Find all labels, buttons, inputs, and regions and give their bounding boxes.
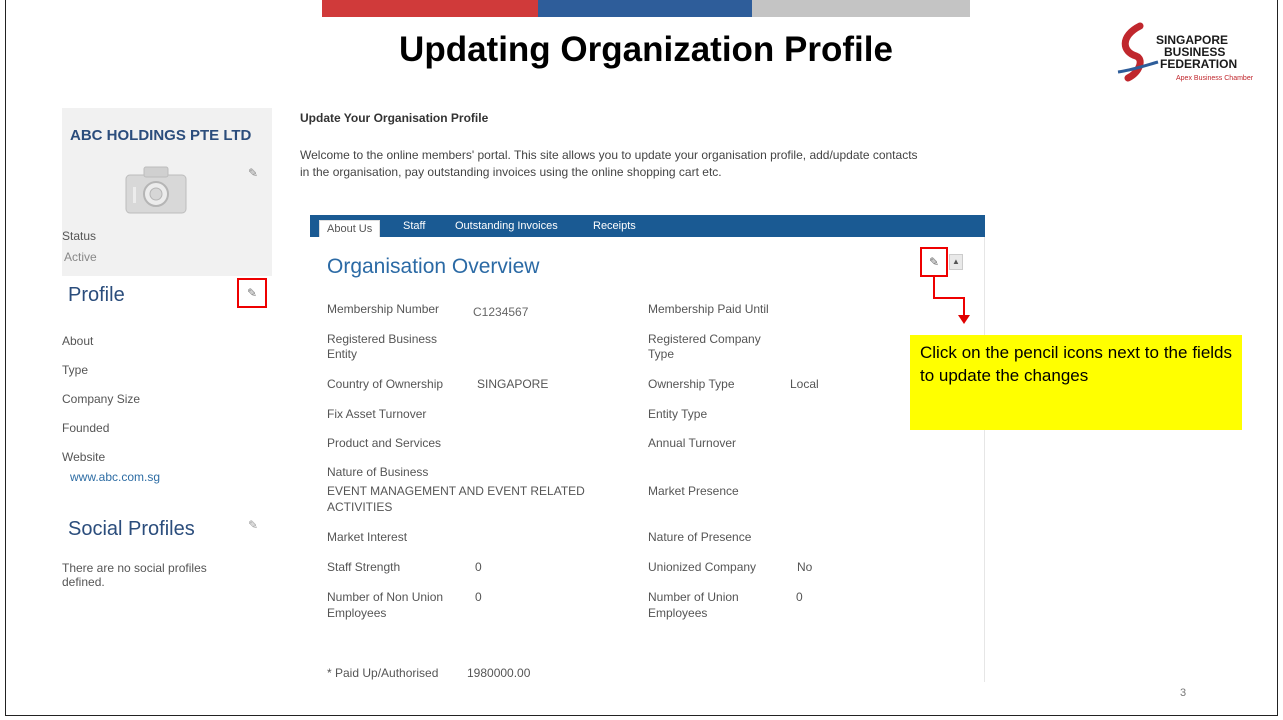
overview-title: Organisation Overview [327, 255, 540, 278]
edit-profile-pencil-icon[interactable]: ✎ [245, 286, 259, 300]
status-value: Active [64, 250, 97, 264]
nature-of-business-value-1: EVENT MANAGEMENT AND EVENT RELATED [327, 484, 585, 498]
product-and-services-label: Product and Services [327, 436, 442, 450]
annual-turnover-label: Annual Turnover [648, 436, 737, 450]
tab-receipts[interactable]: Receipts [593, 220, 636, 232]
country-of-ownership-label: Country of Ownership [327, 377, 444, 391]
registered-company-type-label-1: Registered Company [648, 332, 761, 346]
profile-item-about: About [62, 334, 94, 348]
decor-bar-gray [752, 0, 970, 17]
collapse-triangle-up-icon[interactable]: ▲ [949, 254, 963, 270]
sbf-logo-mark-icon [1117, 22, 1159, 82]
registered-business-entity-label-2: Entity [327, 347, 358, 361]
profile-heading: Profile [68, 284, 125, 306]
camera-icon[interactable] [124, 163, 188, 215]
nature-of-business-value-2: ACTIVITIES [327, 500, 393, 514]
union-value: 0 [796, 590, 803, 604]
registered-company-type-label-2: Type [648, 347, 675, 361]
country-of-ownership-value: SINGAPORE [477, 377, 549, 391]
decor-bar-blue [538, 0, 752, 17]
unionized-company-label: Unionized Company [648, 560, 757, 574]
profile-item-type: Type [62, 363, 89, 377]
intro-line1: Welcome to the online members' portal. T… [300, 148, 918, 162]
social-profiles-heading: Social Profiles [68, 518, 195, 540]
profile-item-company-size: Company Size [62, 392, 141, 406]
union-label-2: Employees [648, 606, 708, 620]
fix-asset-turnover-label: Fix Asset Turnover [327, 407, 427, 421]
instruction-callout: Click on the pencil icons next to the fi… [910, 335, 1242, 430]
intro-line2: in the organisation, pay outstanding inv… [300, 165, 722, 179]
annotation-arrow-segment [963, 297, 965, 317]
social-empty-line2: defined. [62, 575, 105, 589]
sbf-logo: SINGAPORE BUSINESS FEDERATION Apex Busin… [1110, 22, 1270, 92]
paid-up-label: * Paid Up/Authorised [327, 666, 439, 680]
tab-about-us[interactable]: About Us [319, 220, 381, 237]
main-heading: Update Your Organisation Profile [300, 111, 489, 125]
ownership-type-label: Ownership Type [648, 377, 735, 391]
market-presence-label: Market Presence [648, 484, 739, 498]
non-union-label-2: Employees [327, 606, 387, 620]
annotation-arrow-segment [933, 297, 965, 299]
decor-bar-red [322, 0, 538, 17]
profile-item-founded: Founded [62, 421, 110, 435]
annotation-arrow-segment [933, 277, 935, 299]
union-label-1: Number of Union [648, 590, 739, 604]
membership-paid-until-label: Membership Paid Until [648, 302, 769, 316]
nature-of-business-label: Nature of Business [327, 465, 429, 479]
social-empty-line1: There are no social profiles [62, 561, 207, 575]
logo-subtitle: Apex Business Chamber [1176, 75, 1254, 82]
edit-social-pencil-icon[interactable]: ✎ [246, 518, 260, 532]
company-name: ABC HOLDINGS PTE LTD [70, 127, 252, 144]
registered-business-entity-label-1: Registered Business [327, 332, 438, 346]
logo-text: SINGAPORE BUSINESS FEDERATION [1156, 34, 1237, 70]
tab-outstanding-invoices[interactable]: Outstanding Invoices [455, 220, 558, 232]
tab-staff[interactable]: Staff [403, 220, 425, 232]
intro-paragraph: Welcome to the online members' portal. T… [300, 147, 1020, 181]
edit-overview-pencil-icon[interactable]: ✎ [927, 255, 941, 269]
staff-strength-label: Staff Strength [327, 560, 401, 574]
staff-strength-value: 0 [475, 560, 482, 574]
slide-title: Updating Organization Profile [399, 30, 893, 69]
page-number: 3 [1180, 687, 1187, 699]
entity-type-label: Entity Type [648, 407, 708, 421]
ownership-type-value: Local [790, 377, 819, 391]
market-interest-label: Market Interest [327, 530, 408, 544]
nature-of-presence-label: Nature of Presence [648, 530, 752, 544]
membership-number-label: Membership Number [327, 302, 440, 316]
non-union-value: 0 [475, 590, 482, 604]
unionized-company-value: No [797, 560, 813, 574]
profile-item-website: Website [62, 450, 106, 464]
non-union-label-1: Number of Non Union [327, 590, 444, 604]
logo-line3: FEDERATION [1160, 57, 1238, 71]
edit-photo-pencil-icon[interactable]: ✎ [246, 166, 260, 180]
website-link[interactable]: www.abc.com.sg [70, 470, 160, 484]
status-label: Status [62, 229, 97, 243]
paid-up-value: 1980000.00 [467, 666, 531, 680]
membership-number-value: C1234567 [473, 305, 529, 319]
annotation-arrowhead-icon [958, 315, 970, 324]
